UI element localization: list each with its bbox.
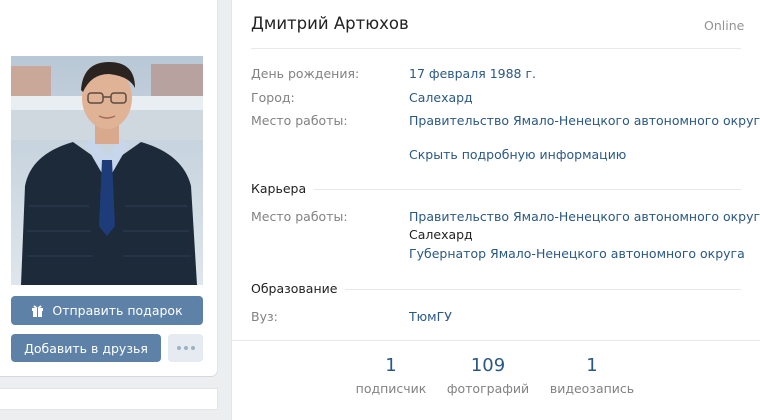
career-divider [251,189,741,190]
university-value[interactable]: ТюмГУ [409,309,452,324]
add-friend-label: Добавить в друзья [24,340,148,356]
left-column-next-card [0,389,217,409]
followers-counter[interactable]: 1 подписчик [350,355,432,396]
university-label: Вуз: [251,309,278,324]
header-divider [251,48,741,49]
send-gift-button[interactable]: Отправить подарок [11,296,203,325]
more-icon [175,346,196,350]
city-value[interactable]: Салехард [409,90,473,105]
education-section-title: Образование [251,281,346,296]
career-work-label: Место работы: [251,209,348,224]
city-label: Город: [251,90,295,105]
work-value[interactable]: Правительство Ямало-Ненецкого автономног… [409,113,760,128]
career-position[interactable]: Губернатор Ямало-Ненецкого автономного о… [409,246,745,261]
videos-count: 1 [586,355,598,376]
career-city: Салехард [409,227,473,242]
career-work-value[interactable]: Правительство Ямало-Ненецкого автономног… [409,209,760,224]
more-actions-button[interactable] [168,334,203,362]
send-gift-label: Отправить подарок [52,303,183,318]
photos-counter[interactable]: 109 фотографий [446,355,530,396]
followers-count: 1 [385,355,397,376]
photos-count: 109 [470,355,506,376]
birthday-label: День рождения: [251,66,360,81]
work-label: Место работы: [251,113,348,128]
online-status: Online [704,18,745,33]
profile-photo[interactable] [11,56,203,285]
profile-photo-image [11,56,203,285]
gift-icon [31,304,44,317]
add-friend-button[interactable]: Добавить в друзья [11,334,161,362]
hide-details-link[interactable]: Скрыть подробную информацию [409,147,626,162]
photos-label: фотографий [446,381,530,396]
birthday-value[interactable]: 17 февраля 1988 г. [409,66,536,81]
videos-label: видеозапись [549,381,635,396]
videos-counter[interactable]: 1 видеозапись [546,355,638,396]
profile-name: Дмитрий Артюхов [251,14,409,33]
profile-left-column: Отправить подарок Добавить в друзья [0,0,217,376]
career-section-title: Карьера [251,181,315,196]
profile-counters: 1 подписчик 109 фотографий 1 видеозапись [232,340,760,401]
profile-info-card: Дмитрий Артюхов Online День рождения: 17… [232,0,760,420]
followers-label: подписчик [355,381,427,396]
